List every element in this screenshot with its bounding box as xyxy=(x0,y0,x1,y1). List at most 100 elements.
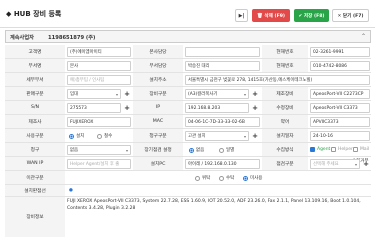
serial-field[interactable]: 275573 xyxy=(67,103,121,113)
revised-model-label: 수정장비 xyxy=(262,101,308,114)
plus-icon[interactable]: + xyxy=(251,131,259,141)
mac-label: MAC xyxy=(133,115,183,128)
equipment-type-select[interactable]: (A3)컬러복사기 xyxy=(185,89,249,99)
chevron-up-icon[interactable]: ⌃ xyxy=(361,33,366,40)
plus-icon[interactable]: + xyxy=(123,103,131,113)
radio-label: 없음 xyxy=(196,148,205,153)
usage-install-radio[interactable]: 설치 xyxy=(69,133,84,139)
radio-label: 설치 xyxy=(76,134,85,139)
ip-field[interactable]: 192.168.8.203 xyxy=(185,103,249,113)
transfer-consign-radio[interactable]: 위탁 xyxy=(195,175,210,181)
wan-ip-field[interactable]: Helper Agent/설치 후 출 xyxy=(67,159,131,169)
check-none-radio[interactable]: 없음 xyxy=(189,147,204,153)
customer-name-field[interactable]: (주)에이엠아이티 xyxy=(67,47,131,57)
serial-label: S/N xyxy=(5,101,65,114)
inspection-type-label: 점검구분 xyxy=(262,157,308,170)
install-pc-field[interactable]: 아이레 / 192.168.0.130 xyxy=(185,159,260,169)
close-button[interactable]: ✕ 닫기 (F7) xyxy=(332,9,369,22)
install-date-label: 설치일자 xyxy=(262,129,308,142)
hq-manager-label: 본사담당 xyxy=(133,45,183,58)
install-option-toggle[interactable]: ● xyxy=(69,188,73,193)
form-row: 이관구분 위탁 수탁 미사용 xyxy=(5,171,371,185)
radio-label: 수탁 xyxy=(226,176,235,181)
page-header: ◆ HUB 장비 등록 ▶| 🗑 삭제 (F9) ✔ 저장 (F8) ✕ 닫기 … xyxy=(0,0,375,28)
checkbox-label: Agent xyxy=(317,147,331,152)
radio-on-icon xyxy=(243,175,248,181)
save-button[interactable]: ✔ 저장 (F8) xyxy=(294,9,329,22)
check-daily-radio[interactable]: 일별 xyxy=(219,147,234,153)
plus-icon[interactable]: + xyxy=(251,89,259,99)
model-label: 제조장비 xyxy=(262,87,308,100)
form-row: 장비정보 FUJI XEROX ApeosPort-VII C3373, Sys… xyxy=(5,197,371,237)
manufacturer-label: 제조사 xyxy=(5,115,65,128)
plus-icon[interactable]: + xyxy=(123,89,131,99)
form-row: 고객명 (주)에이엠아이티 본사담당 현해번호 02-3261-9991 xyxy=(5,45,371,59)
radio-label: 미사용 xyxy=(250,176,263,181)
transfer-unused-radio[interactable]: 미사용 xyxy=(243,175,262,181)
usage-remove-radio[interactable]: 철수 xyxy=(97,133,112,139)
form-row: 세부부서 예)총무팀 / 인사팀 설치주소 서울특별시 금천구 벚꽃로 278,… xyxy=(5,73,371,87)
billing-select[interactable]: 없음 xyxy=(67,145,131,155)
radio-label: 위탁 xyxy=(202,176,211,181)
inspection-type-select[interactable]: 선택해 주세요 xyxy=(310,159,360,169)
plus-icon[interactable]: + xyxy=(362,159,370,169)
install-pc-label: 설치PC xyxy=(133,157,183,170)
form-row: 부서명 본사 부서담당 박승진 대리 현해번호 010-4742-8086 xyxy=(5,59,371,73)
checkbox-label: Helper xyxy=(338,147,353,152)
contract-bar: 계속사업자 1198651879 (주) ⌃ xyxy=(5,30,371,43)
transfer-accept-radio[interactable]: 수탁 xyxy=(219,175,234,181)
radio-off-icon xyxy=(219,147,224,153)
abbreviation-field[interactable]: APVIIC3373 xyxy=(310,117,370,127)
equipment-info-text: FUJI XEROX ApeosPort-VII C3373, System 2… xyxy=(67,199,361,211)
department-label: 부서명 xyxy=(5,59,65,72)
collect-agent-checkbox[interactable]: Agent xyxy=(310,147,330,152)
sub-department-field[interactable]: 예)총무팀 / 인사팀 xyxy=(67,75,131,85)
radio-off-icon xyxy=(97,133,102,139)
phone-field[interactable]: 02-3261-9991 xyxy=(310,47,370,57)
billing-type-label: 청구구분 xyxy=(133,129,183,142)
manufacturer-field[interactable]: FUJIXEROX xyxy=(67,117,131,127)
sales-type-select[interactable]: 임대 xyxy=(67,89,121,99)
form-row: 설치판점선 ● xyxy=(5,185,371,197)
transfer-type-label: 이관구분 xyxy=(5,171,65,184)
hq-manager-field[interactable] xyxy=(185,47,260,57)
radio-label: 일별 xyxy=(226,148,235,153)
mac-field[interactable]: 04-06-1C-7D-33-33-02-6B xyxy=(185,117,260,127)
revised-model-field[interactable]: ApeosPort-VII C3373 xyxy=(310,103,370,113)
checkbox-on-icon xyxy=(310,147,315,152)
control-button[interactable]: ▶| xyxy=(235,9,248,22)
plus-icon[interactable]: + xyxy=(251,103,259,113)
collect-mail-checkbox[interactable]: Mail xyxy=(353,147,369,152)
delete-button[interactable]: 🗑 삭제 (F9) xyxy=(252,9,290,22)
form-row: 제조사 FUJIXEROX MAC 04-06-1C-7D-33-33-02-6… xyxy=(5,115,371,129)
long-term-check-label: 장기점검 설정 xyxy=(133,143,183,156)
wan-ip-label: WAN IP xyxy=(5,157,65,170)
install-address-label: 설치주소 xyxy=(133,73,183,86)
install-date-field[interactable]: 24-10-16 xyxy=(310,131,370,141)
checkbox-off-icon xyxy=(353,147,358,152)
phone-field[interactable]: 010-4742-8086 xyxy=(310,61,370,71)
checkbox-label: Mail xyxy=(360,147,370,152)
ip-label: IP xyxy=(133,101,183,114)
radio-on-icon xyxy=(189,147,194,153)
dept-manager-field[interactable]: 박승진 대리 xyxy=(185,61,260,71)
radio-off-icon xyxy=(195,175,200,181)
form-row: 청구 없음 장기점검 설정 없음 일별 수집방식 Agent Helper Ma… xyxy=(5,143,371,157)
form-row: WAN IP Helper Agent/설치 후 출 설치PC 아이레 / 19… xyxy=(5,157,371,171)
radio-on-icon xyxy=(69,133,74,139)
page-title: ◆ HUB 장비 등록 xyxy=(6,10,62,18)
model-field[interactable]: ApeosPort-VII C2273CP xyxy=(310,89,370,99)
billing-type-select[interactable]: 고관 설치 xyxy=(185,131,249,141)
sales-type-label: 판매구분 xyxy=(5,87,65,100)
form-row: 사용구분 설치 철수 청구구분 고관 설치 + 설치일자 24-10-16 xyxy=(5,129,371,143)
collect-helper-checkbox[interactable]: Helper xyxy=(331,147,353,152)
department-field[interactable]: 본사 xyxy=(67,61,131,71)
dept-manager-label: 부서담당 xyxy=(133,59,183,72)
radio-off-icon xyxy=(219,175,224,181)
contract-label: 계속사업자 xyxy=(10,35,34,41)
install-address-field[interactable]: 서울특별시 금천구 벚꽃로 278, 1415호(가산동,에스케이테크노빌) xyxy=(185,75,370,85)
equipment-info-label: 장비정보 xyxy=(5,197,65,237)
phone-label: 현해번호 xyxy=(262,59,308,72)
usage-type-label: 사용구분 xyxy=(5,129,65,142)
billing-label: 청구 xyxy=(5,143,65,156)
